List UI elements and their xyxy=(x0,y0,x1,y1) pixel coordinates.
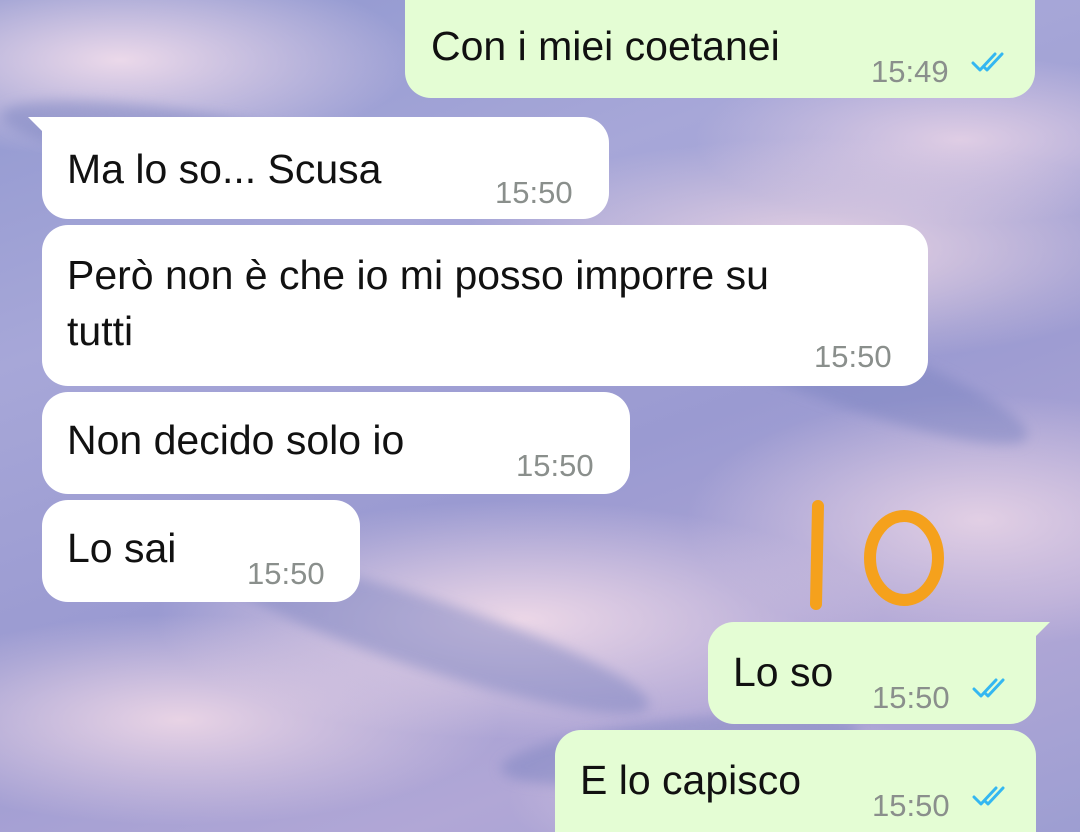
bubble-tail xyxy=(1028,622,1050,644)
message-time: 15:49 xyxy=(871,54,949,89)
message-bubble-outgoing[interactable]: Lo so 15:50 xyxy=(708,622,1050,724)
message-bubble-incoming[interactable]: Però non è che io mi posso imporre su tu… xyxy=(42,225,928,386)
bubble-tail xyxy=(28,117,50,139)
message-text-line-1: Però non è che io mi posso imporre su xyxy=(67,252,769,298)
message-time: 15:50 xyxy=(516,448,594,483)
message-time: 15:50 xyxy=(872,680,950,715)
message-bubble-incoming[interactable]: Non decido solo io 15:50 xyxy=(42,392,630,494)
message-text-line-2: tutti xyxy=(67,308,134,354)
message-text: Non decido solo io xyxy=(67,417,405,463)
message-text: E lo capisco xyxy=(580,757,802,803)
message-time: 15:50 xyxy=(814,339,892,374)
message-bubble-incoming[interactable]: Ma lo so... Scusa 15:50 xyxy=(28,117,609,219)
read-double-check-icon xyxy=(972,786,1005,806)
read-double-check-icon xyxy=(972,678,1005,698)
handwritten-annotation-io xyxy=(810,500,944,610)
message-bubble-outgoing[interactable]: Con i miei coetanei 15:49 xyxy=(405,0,1035,98)
message-bubble-outgoing[interactable]: E lo capisco 15:50 xyxy=(555,730,1036,832)
message-text: Ma lo so... Scusa xyxy=(67,146,382,192)
message-bubble-incoming[interactable]: Lo sai 15:50 xyxy=(42,500,360,602)
message-time: 15:50 xyxy=(872,788,950,823)
read-double-check-icon xyxy=(971,52,1004,72)
message-text: Lo sai xyxy=(67,525,177,571)
message-time: 15:50 xyxy=(495,175,573,210)
message-text: Lo so xyxy=(733,649,834,695)
message-text: Con i miei coetanei xyxy=(431,23,780,69)
message-time: 15:50 xyxy=(247,556,325,591)
